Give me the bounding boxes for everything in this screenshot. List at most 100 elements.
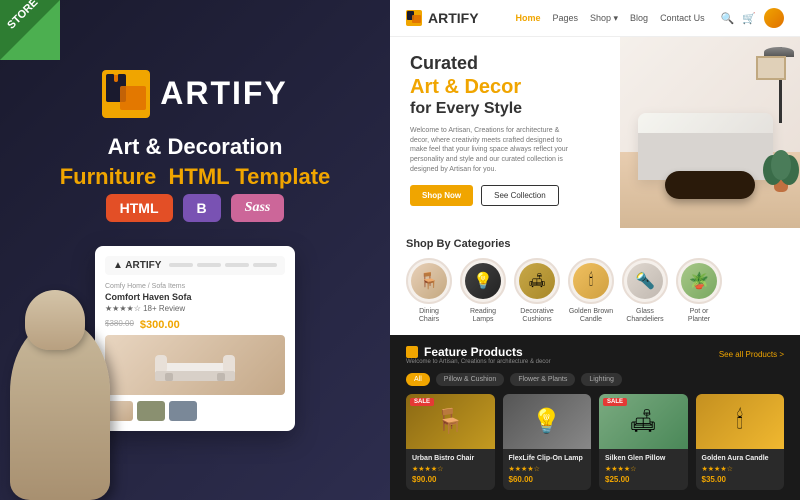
lamp-product-icon: 💡: [503, 394, 592, 449]
products-grid: SALE 🪑 Urban Bistro Chair ★★★★☆ $90.00 💡…: [406, 394, 784, 490]
category-item[interactable]: 🛋 DecorativeCushions: [514, 258, 560, 325]
logo-text: ARTIFY: [160, 75, 288, 112]
category-item[interactable]: 🪴 Pot orPlanter: [676, 258, 722, 325]
feature-title-row: Feature Products: [406, 345, 551, 359]
product-info-pillow: Silken Glen Pillow ★★★★☆ $25.00: [599, 449, 688, 490]
category-item[interactable]: 💡 ReadingLamps: [460, 258, 506, 325]
category-label-chandelier: GlassChandeliers: [626, 308, 663, 325]
candle-icon: 🕯: [573, 263, 609, 299]
nav-link-home[interactable]: Home: [515, 13, 540, 24]
html-badge: HTML: [106, 194, 173, 222]
plant-leaves: [771, 150, 791, 180]
categories-grid: 🪑 DiningChairs 💡 ReadingLamps 🛋 Decorati…: [406, 258, 784, 325]
product-name-lamp: FlexLife Clip-On Lamp: [509, 455, 586, 463]
category-item[interactable]: 🔦 GlassChandeliers: [622, 258, 668, 325]
product-card-lamp[interactable]: 💡 FlexLife Clip-On Lamp ★★★★☆ $60.00: [503, 394, 592, 490]
category-item[interactable]: 🪑 DiningChairs: [406, 258, 452, 325]
feature-description: Welcome to Artisan, Creations for archit…: [406, 359, 551, 365]
feature-header: Feature Products Welcome to Artisan, Cre…: [406, 345, 784, 365]
shop-now-button[interactable]: Shop Now: [410, 185, 473, 206]
filter-tab-pillow[interactable]: Pillow & Cushion: [436, 373, 505, 386]
hero-title-2: Art & Decor: [410, 75, 600, 99]
preview-nav-dot: [197, 263, 221, 267]
feature-title-group: Feature Products Welcome to Artisan, Cre…: [406, 345, 551, 365]
room-table: [665, 171, 755, 200]
user-avatar[interactable]: [764, 8, 784, 28]
cushion-icon: 🛋: [519, 263, 555, 299]
nav-icons: 🔍 🛒: [721, 8, 784, 28]
product-price-candle: $35.00: [702, 475, 779, 484]
preview-nav-dot: [225, 263, 249, 267]
product-image-candle: 🕯: [696, 394, 785, 449]
see-collection-button[interactable]: See Collection: [481, 185, 559, 206]
preview-logo: ▲ ARTIFY: [113, 260, 161, 271]
see-all-link[interactable]: See all Products >: [719, 350, 784, 359]
product-price-pillow: $25.00: [605, 475, 682, 484]
product-badge-chair: SALE: [410, 398, 434, 406]
nav-logo-icon: [406, 10, 422, 26]
preview-nav: [169, 263, 277, 267]
store-badge-text: STORE: [5, 0, 40, 32]
product-name-chair: Urban Bistro Chair: [412, 455, 489, 463]
product-badge-pillow: SALE: [603, 398, 627, 406]
filter-tab-all[interactable]: All: [406, 373, 430, 386]
hero-description: Welcome to Artisan, Creations for archit…: [410, 126, 570, 175]
hero-section: Curated Art & Decor for Every Style Welc…: [390, 37, 800, 228]
product-name-candle: Golden Aura Candle: [702, 455, 779, 463]
filter-tab-plants[interactable]: Flower & Plants: [510, 373, 575, 386]
product-image-pillow: SALE 🛋: [599, 394, 688, 449]
room-artwork: [756, 56, 786, 80]
product-card-candle[interactable]: 🕯 Golden Aura Candle ★★★★☆ $35.00: [696, 394, 785, 490]
nav-link-contact[interactable]: Contact Us: [660, 13, 705, 24]
tagline-html: HTML Template: [169, 164, 331, 189]
chandelier-icon: 🔦: [627, 263, 663, 299]
filter-tabs: All Pillow & Cushion Flower & Plants Lig…: [406, 373, 784, 386]
sass-badge: Sass: [231, 194, 285, 222]
product-card-chair[interactable]: SALE 🪑 Urban Bistro Chair ★★★★☆ $90.00: [406, 394, 495, 490]
room-plant: [771, 150, 791, 190]
product-image-chair: SALE 🪑: [406, 394, 495, 449]
product-info-candle: Golden Aura Candle ★★★★☆ $35.00: [696, 449, 785, 490]
hero-title-1: Curated: [410, 53, 600, 75]
preview-thumb: [137, 401, 165, 421]
preview-nav-dot: [253, 263, 277, 267]
category-label-chair: DiningChairs: [419, 308, 439, 325]
tagline-2: Furniture HTML Template: [60, 164, 331, 190]
right-panel: ARTIFY Home Pages Shop ▾ Blog Contact Us…: [390, 0, 800, 500]
feature-title: Feature Products: [424, 345, 523, 359]
product-info-lamp: FlexLife Clip-On Lamp ★★★★☆ $60.00: [503, 449, 592, 490]
category-item[interactable]: 🕯 Golden BrownCandle: [568, 258, 614, 325]
search-icon[interactable]: 🔍: [721, 12, 735, 25]
filter-tab-lighting[interactable]: Lighting: [581, 373, 622, 386]
product-card-pillow[interactable]: SALE 🛋 Silken Glen Pillow ★★★★☆ $25.00: [599, 394, 688, 490]
product-price-chair: $90.00: [412, 475, 489, 484]
category-circle-candle: 🕯: [568, 258, 614, 304]
category-label-cushion: DecorativeCushions: [520, 308, 553, 325]
product-stars-lamp: ★★★★☆: [509, 465, 586, 473]
category-label-plant: Pot orPlanter: [688, 308, 710, 325]
preview-product-name: Comfort Haven Sofa: [105, 292, 285, 302]
hero-room-background: [620, 37, 800, 228]
nav-link-blog[interactable]: Blog: [630, 13, 648, 24]
categories-section: Shop By Categories 🪑 DiningChairs 💡 Read…: [390, 228, 800, 335]
preview-nav-dot: [169, 263, 193, 267]
logo-area: ARTIFY: [102, 70, 288, 118]
product-stars-candle: ★★★★☆: [702, 465, 779, 473]
feature-section: Feature Products Welcome to Artisan, Cre…: [390, 335, 800, 500]
preview-product-price: ★★★★☆ 18+ Review: [105, 304, 285, 313]
product-name-pillow: Silken Glen Pillow: [605, 455, 682, 463]
category-circle-plant: 🪴: [676, 258, 722, 304]
nav-link-pages[interactable]: Pages: [552, 13, 578, 24]
hero-title-3: for Every Style: [410, 99, 600, 118]
category-circle-chandelier: 🔦: [622, 258, 668, 304]
tagline-1: Art & Decoration: [108, 134, 283, 160]
product-image-lamp: 💡: [503, 394, 592, 449]
product-info-chair: Urban Bistro Chair ★★★★☆ $90.00: [406, 449, 495, 490]
nav-link-shop[interactable]: Shop ▾: [590, 13, 618, 24]
bootstrap-badge: B: [183, 194, 221, 222]
left-panel: STORE ARTIFY Art & Decoration Furniture …: [0, 0, 390, 500]
category-circle-lamp: 💡: [460, 258, 506, 304]
cart-icon[interactable]: 🛒: [742, 12, 756, 25]
category-circle-chair: 🪑: [406, 258, 452, 304]
preview-thumb: [169, 401, 197, 421]
